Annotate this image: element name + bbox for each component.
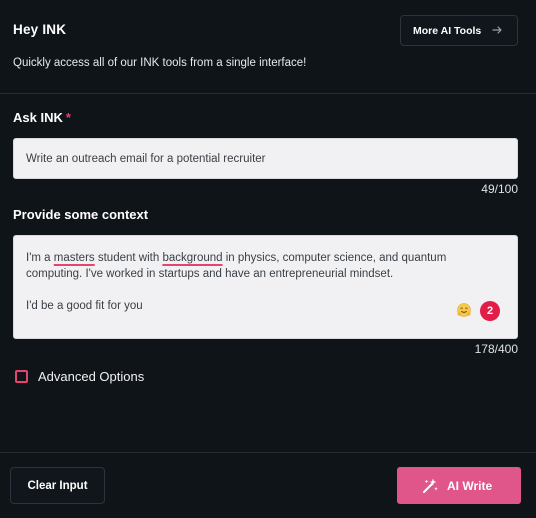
panel-title: Hey INK: [13, 22, 67, 37]
context-paragraph-1: I'm a masters student with background in…: [26, 250, 505, 282]
panel-subtitle: Quickly access all of our INK tools from…: [13, 57, 307, 69]
advanced-options-checkbox[interactable]: [15, 370, 28, 383]
ask-ink-input[interactable]: Write an outreach email for a potential …: [13, 138, 518, 179]
required-marker: *: [65, 110, 71, 125]
spelling-flagged-word[interactable]: background: [162, 252, 222, 264]
spelling-flagged-word[interactable]: masters: [54, 252, 95, 264]
context-char-count: 178/400: [474, 342, 518, 356]
more-ai-tools-label: More AI Tools: [413, 24, 482, 37]
context-label: Provide some context: [13, 207, 149, 222]
context-text: student with: [94, 252, 163, 264]
ask-ink-label: Ask INK *: [13, 110, 71, 125]
ai-write-label: AI Write: [447, 478, 493, 493]
more-ai-tools-button[interactable]: More AI Tools: [400, 15, 518, 46]
grammar-issue-badge[interactable]: 2: [480, 301, 500, 321]
magic-wand-icon: [423, 478, 438, 493]
ink-panel: Hey INK Quickly access all of our INK to…: [0, 0, 536, 518]
context-paragraph-2: I'd be a good fit for you: [26, 300, 143, 312]
ai-write-button[interactable]: AI Write: [397, 467, 521, 504]
context-textarea[interactable]: I'm a masters student with background in…: [13, 235, 518, 339]
clear-input-button[interactable]: Clear Input: [10, 467, 105, 504]
advanced-options-label[interactable]: Advanced Options: [38, 369, 144, 384]
arrow-right-icon: [492, 26, 502, 34]
hugging-face-emoji-icon[interactable]: [456, 302, 472, 318]
panel-header: Hey INK Quickly access all of our INK to…: [0, 0, 536, 94]
ask-ink-label-text: Ask INK: [13, 110, 63, 125]
context-text: I'm a: [26, 252, 54, 264]
ask-char-count: 49/100: [481, 182, 518, 196]
